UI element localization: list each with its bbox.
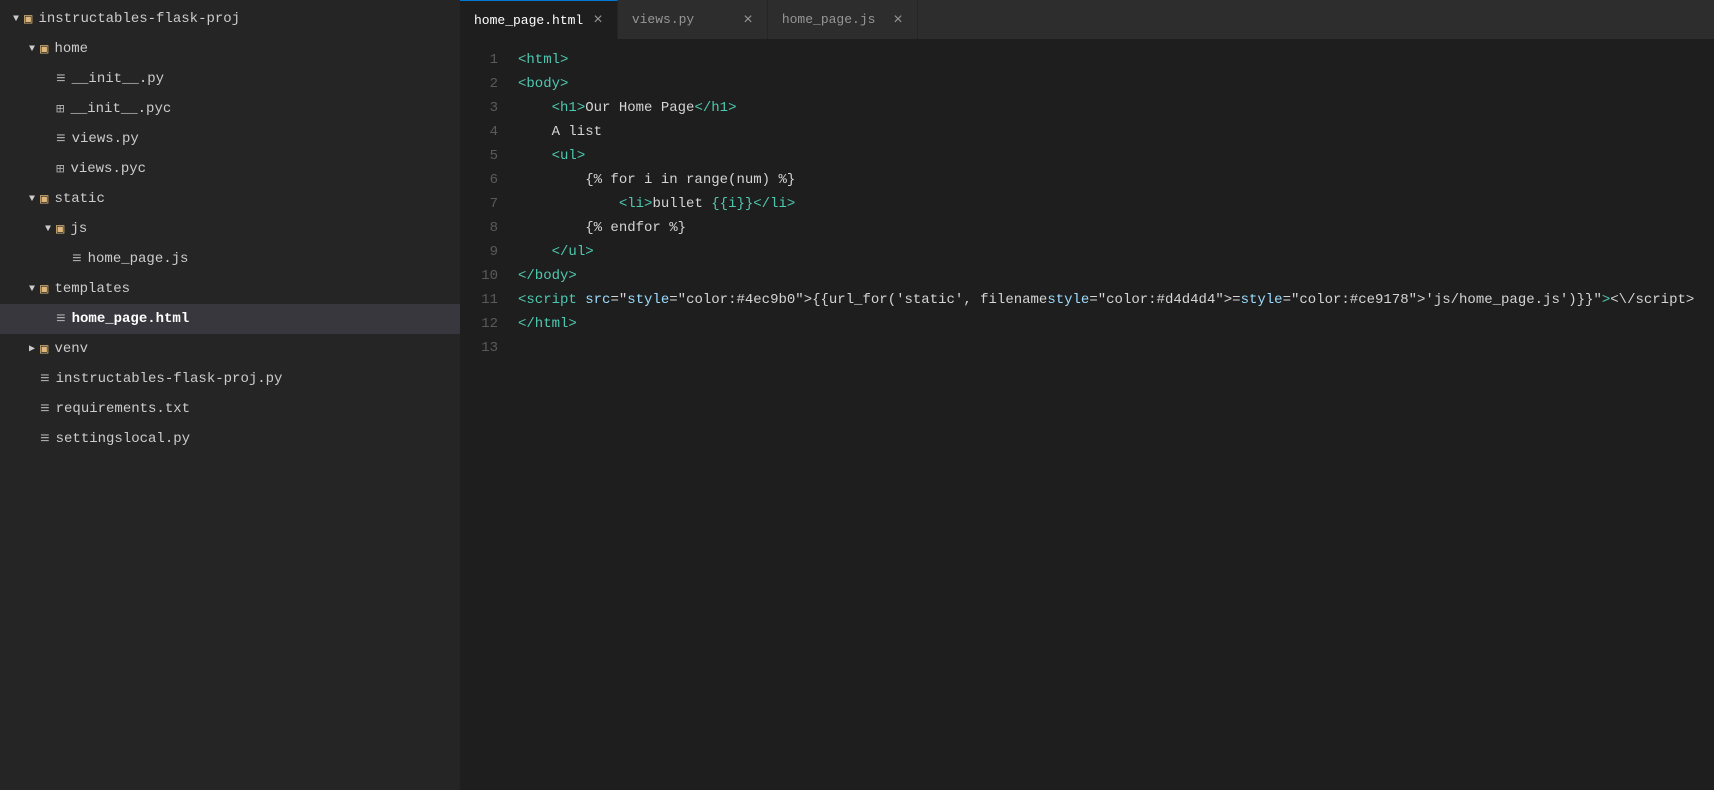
file-icon [40,400,56,418]
line-number: 2 [460,72,498,96]
code-line: <html> [518,48,1714,72]
sidebar-item-label: requirements.txt [56,401,190,417]
arrow-icon [24,284,40,295]
line-number: 13 [460,336,498,360]
file-icon [72,250,88,268]
folder-icon [24,11,38,28]
code-line [518,336,1714,360]
sidebar-item-label: home_page.js [88,251,189,267]
sidebar-item-label: home [54,41,88,57]
arrow-icon [24,44,40,55]
sidebar-item-label: instructables-flask-proj [38,11,240,27]
file-icon [56,101,70,118]
sidebar-item-home[interactable]: home [0,34,460,64]
sidebar-item-label: home_page.html [72,311,190,327]
sidebar-item-label: instructables-flask-proj.py [56,371,283,387]
sidebar-item-js[interactable]: js [0,214,460,244]
line-number: 9 [460,240,498,264]
folder-icon [56,221,70,238]
line-number: 1 [460,48,498,72]
sidebar-item-label: venv [54,341,88,357]
editor-area: home_page.html × views.py × home_page.js × 12… [460,0,1714,790]
code-line: A list [518,120,1714,144]
sidebar-item-init_pyc[interactable]: __init__.pyc [0,94,460,124]
code-line: <h1>Our Home Page</h1> [518,96,1714,120]
folder-icon [40,41,54,58]
line-number: 5 [460,144,498,168]
sidebar-item-label: __init__.pyc [70,101,171,117]
arrow-icon [40,224,56,235]
line-numbers: 12345678910111213 [460,48,514,782]
folder-icon [40,281,54,298]
sidebar-item-label: templates [54,281,130,297]
sidebar-item-flask_proj_py[interactable]: instructables-flask-proj.py [0,364,460,394]
file-icon [56,130,72,148]
sidebar-item-label: views.py [72,131,139,147]
line-number: 10 [460,264,498,288]
line-number: 4 [460,120,498,144]
sidebar-item-init_py[interactable]: __init__.py [0,64,460,94]
sidebar-item-label: settingslocal.py [56,431,190,447]
sidebar-item-venv[interactable]: venv [0,334,460,364]
file-icon [40,370,56,388]
sidebar-item-templates[interactable]: templates [0,274,460,304]
tab-bar: home_page.html × views.py × home_page.js × [460,0,1714,40]
sidebar-item-label: views.pyc [70,161,146,177]
file-icon [40,430,56,448]
sidebar-item-requirements_txt[interactable]: requirements.txt [0,394,460,424]
line-number: 3 [460,96,498,120]
sidebar-item-views_pyc[interactable]: views.pyc [0,154,460,184]
tab-label: home_page.js [782,12,883,27]
file-explorer: instructables-flask-proj home __init__.py _… [0,0,460,790]
code-line: <li>bullet {{i}}</li> [518,192,1714,216]
file-icon [56,310,72,328]
tab-label: home_page.html [474,13,583,28]
sidebar-item-settingslocal_py[interactable]: settingslocal.py [0,424,460,454]
arrow-icon [24,194,40,205]
line-number: 11 [460,288,498,312]
code-line: <script src="style="color:#4ec9b0">{{url… [518,288,1714,312]
code-line: </ul> [518,240,1714,264]
code-line: {% for i in range(num) %} [518,168,1714,192]
tab-close-button[interactable]: × [893,12,903,28]
tab-home_page_js[interactable]: home_page.js × [768,0,918,39]
code-area: 12345678910111213 <html><body> <h1>Our H… [460,40,1714,790]
sidebar-item-label: js [70,221,87,237]
tab-label: views.py [632,12,733,27]
code-line: </body> [518,264,1714,288]
line-number: 6 [460,168,498,192]
sidebar-item-home_page_js[interactable]: home_page.js [0,244,460,274]
tab-home_page_html[interactable]: home_page.html × [460,0,618,39]
file-icon [56,161,70,178]
sidebar-item-views_py[interactable]: views.py [0,124,460,154]
line-number: 12 [460,312,498,336]
code-line: <body> [518,72,1714,96]
code-line: <ul> [518,144,1714,168]
arrow-icon [24,343,40,355]
folder-icon [40,341,54,358]
tab-close-button[interactable]: × [743,12,753,28]
code-line: {% endfor %} [518,216,1714,240]
line-number: 7 [460,192,498,216]
code-line: </html> [518,312,1714,336]
sidebar-item-label: __init__.py [72,71,164,87]
folder-icon [40,191,54,208]
tab-views_py[interactable]: views.py × [618,0,768,39]
file-icon [56,70,72,88]
sidebar-item-label: static [54,191,104,207]
line-number: 8 [460,216,498,240]
arrow-icon [8,14,24,25]
sidebar-item-static[interactable]: static [0,184,460,214]
tab-close-button[interactable]: × [593,12,603,28]
sidebar-item-home_page_html[interactable]: home_page.html [0,304,460,334]
code-content[interactable]: <html><body> <h1>Our Home Page</h1> A li… [514,48,1714,782]
sidebar-item-root[interactable]: instructables-flask-proj [0,4,460,34]
